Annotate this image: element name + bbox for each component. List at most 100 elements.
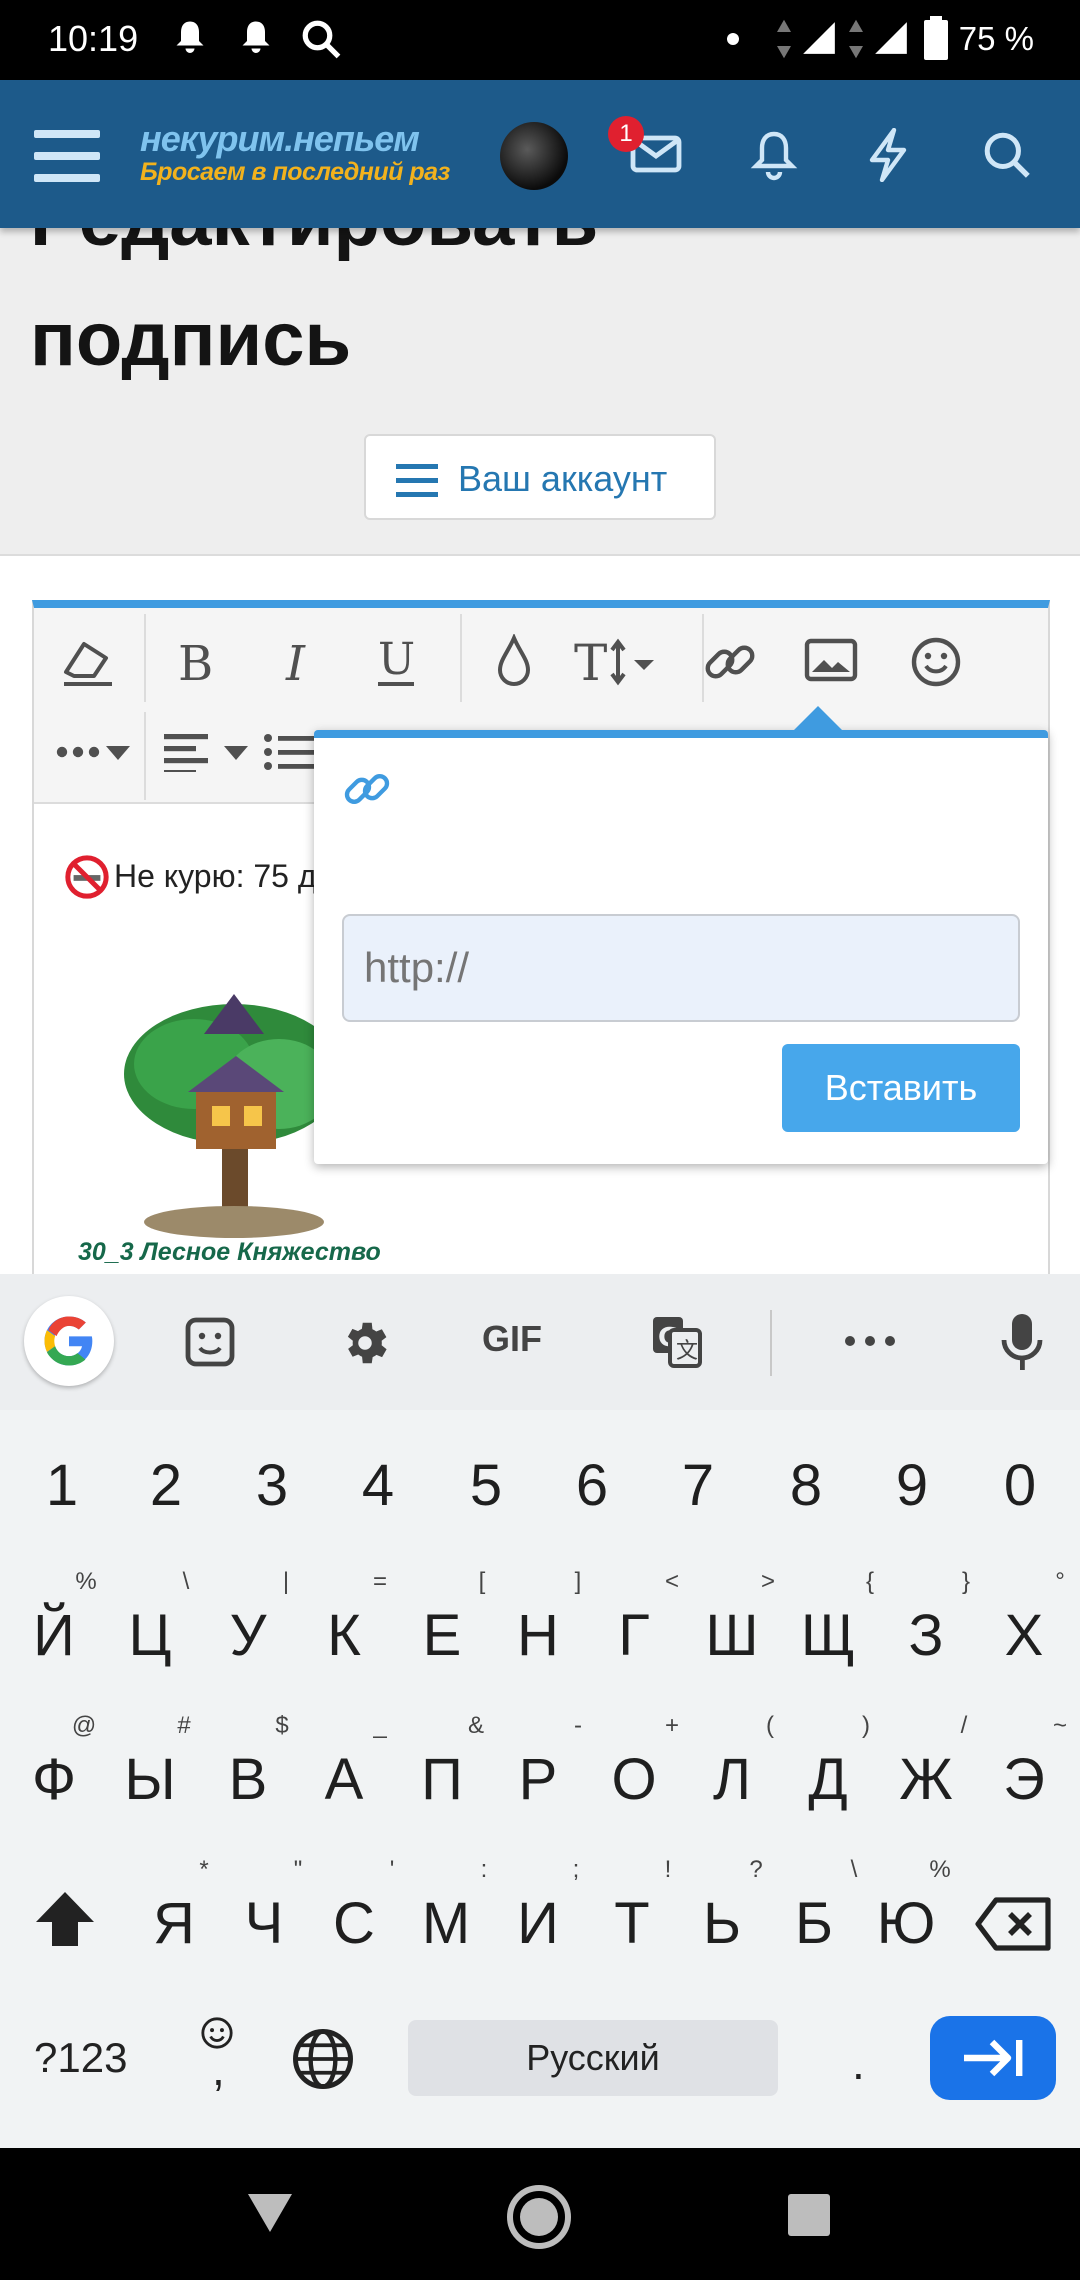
- gif-button[interactable]: GIF: [482, 1318, 542, 1360]
- key-letter[interactable]: Т: [582, 1890, 682, 1957]
- page-title-line1: Редактировать: [30, 228, 598, 263]
- svg-text:U: U: [378, 634, 415, 685]
- clear-formatting-eraser-icon[interactable]: [60, 636, 116, 688]
- more-icon[interactable]: [844, 1334, 896, 1348]
- key-letter[interactable]: Е: [392, 1602, 492, 1669]
- recents-square-icon[interactable]: [786, 2192, 832, 2238]
- system-navigation-bar: [0, 2148, 1080, 2280]
- key-hint: :: [480, 1856, 488, 1883]
- key-letter[interactable]: Ы: [100, 1746, 200, 1813]
- key-hint: \: [850, 1856, 858, 1883]
- key-letter[interactable]: А: [294, 1746, 394, 1813]
- microphone-icon[interactable]: [1000, 1312, 1044, 1372]
- key-3[interactable]: 3: [222, 1452, 322, 1519]
- space-bar[interactable]: Русский: [408, 2020, 778, 2096]
- list-icon[interactable]: [264, 732, 314, 772]
- align-left-icon[interactable]: [164, 732, 250, 772]
- data-transfer-icon: [849, 19, 863, 59]
- font-size-icon[interactable]: T: [574, 636, 668, 688]
- avatar[interactable]: [500, 122, 568, 190]
- key-hint: {: [865, 1568, 874, 1595]
- text-color-drop-icon[interactable]: [494, 634, 534, 690]
- menu-icon[interactable]: [34, 126, 100, 186]
- search-icon[interactable]: [982, 130, 1032, 180]
- key-letter[interactable]: П: [392, 1746, 492, 1813]
- key-letter[interactable]: Г: [584, 1602, 684, 1669]
- key-letter[interactable]: Щ: [778, 1602, 878, 1669]
- key-letter[interactable]: Л: [682, 1746, 782, 1813]
- account-menu-button[interactable]: Ваш аккаунт: [364, 434, 716, 520]
- enter-key[interactable]: [930, 2016, 1056, 2100]
- svg-text:T: T: [574, 636, 607, 688]
- key-letter[interactable]: З: [876, 1602, 976, 1669]
- key-letter[interactable]: Ю: [856, 1890, 956, 1957]
- period-key[interactable]: .: [852, 2036, 865, 2090]
- tab-arrow-icon: [964, 2039, 1023, 2077]
- google-search-button[interactable]: [24, 1296, 114, 1386]
- key-letter[interactable]: Ц: [100, 1602, 200, 1669]
- more-options-icon[interactable]: [54, 740, 134, 764]
- key-letter[interactable]: И: [488, 1890, 588, 1957]
- key-letter[interactable]: Э: [974, 1746, 1074, 1813]
- link-icon[interactable]: [700, 636, 760, 688]
- key-letter[interactable]: Б: [764, 1890, 864, 1957]
- key-letter[interactable]: Ж: [876, 1746, 976, 1813]
- translate-icon[interactable]: G文: [650, 1314, 704, 1370]
- key-letter[interactable]: С: [304, 1890, 404, 1957]
- sticker-icon[interactable]: [184, 1316, 236, 1368]
- key-letter[interactable]: О: [584, 1746, 684, 1813]
- on-screen-keyboard: GIF G文 1 2 3 4 5 6 7 8 9 0 % \ | = [ ] <…: [0, 1274, 1080, 2148]
- key-1[interactable]: 1: [12, 1452, 112, 1519]
- key-9[interactable]: 9: [862, 1452, 962, 1519]
- key-5[interactable]: 5: [436, 1452, 536, 1519]
- key-hint: (: [766, 1712, 774, 1739]
- home-circle-icon[interactable]: [506, 2184, 572, 2250]
- key-letter[interactable]: Ь: [672, 1890, 772, 1957]
- key-letter[interactable]: Х: [974, 1602, 1074, 1669]
- insert-image-icon[interactable]: [804, 638, 858, 682]
- key-letter[interactable]: Н: [488, 1602, 588, 1669]
- key-8[interactable]: 8: [756, 1452, 856, 1519]
- url-input[interactable]: [342, 914, 1020, 1022]
- key-7[interactable]: 7: [648, 1452, 748, 1519]
- key-letter[interactable]: Р: [488, 1746, 588, 1813]
- key-letter[interactable]: Ч: [214, 1890, 314, 1957]
- key-4[interactable]: 4: [328, 1452, 428, 1519]
- key-letter[interactable]: Ф: [4, 1746, 104, 1813]
- key-hint: %: [929, 1856, 951, 1883]
- shift-icon[interactable]: [32, 1888, 98, 1950]
- key-letter[interactable]: Я: [124, 1890, 224, 1957]
- inbox-badge: 1: [608, 116, 644, 152]
- italic-icon[interactable]: I: [278, 638, 318, 686]
- key-letter[interactable]: Д: [778, 1746, 878, 1813]
- smilie-icon[interactable]: [910, 636, 962, 688]
- symbols-key[interactable]: ?123: [34, 2034, 127, 2082]
- key-hint: \: [182, 1568, 190, 1595]
- key-hint: _: [373, 1712, 387, 1739]
- key-letter[interactable]: Й: [4, 1602, 104, 1669]
- settings-gear-icon[interactable]: [338, 1316, 392, 1370]
- key-hint: +: [664, 1712, 679, 1739]
- globe-language-icon[interactable]: [290, 2026, 356, 2092]
- page-title-line2: подпись: [30, 297, 352, 382]
- key-hint: <: [664, 1568, 679, 1595]
- key-2[interactable]: 2: [116, 1452, 216, 1519]
- site-logo-text[interactable]: некурим.непьем: [140, 118, 420, 160]
- key-letter[interactable]: Ш: [682, 1602, 782, 1669]
- key-hint: *: [199, 1856, 209, 1883]
- key-letter[interactable]: У: [198, 1602, 298, 1669]
- back-triangle-icon[interactable]: [246, 2192, 294, 2234]
- insert-link-popup: Вставить: [314, 706, 1048, 1164]
- insert-button[interactable]: Вставить: [782, 1044, 1020, 1132]
- key-0[interactable]: 0: [970, 1452, 1070, 1519]
- key-letter[interactable]: В: [198, 1746, 298, 1813]
- key-letter[interactable]: М: [396, 1890, 496, 1957]
- backspace-icon[interactable]: [974, 1896, 1052, 1952]
- underline-icon[interactable]: U: [372, 634, 420, 688]
- key-letter[interactable]: К: [294, 1602, 394, 1669]
- comma-key[interactable]: ,: [212, 2042, 225, 2096]
- key-6[interactable]: 6: [542, 1452, 642, 1519]
- bold-icon[interactable]: B: [174, 638, 218, 686]
- whats-new-lightning-icon[interactable]: [866, 128, 910, 182]
- alerts-bell-icon[interactable]: [750, 128, 798, 182]
